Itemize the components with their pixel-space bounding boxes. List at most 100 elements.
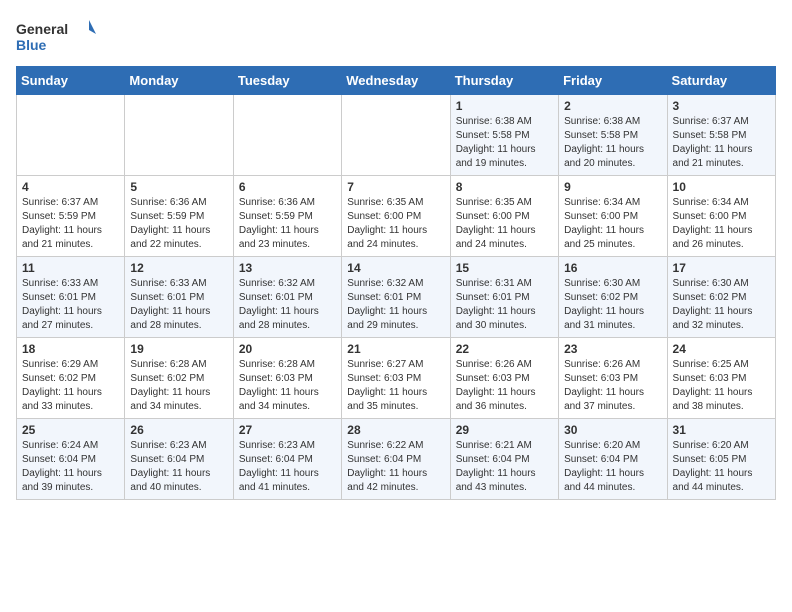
svg-text:Blue: Blue bbox=[16, 37, 47, 53]
day-number: 19 bbox=[130, 342, 227, 356]
cell-info: Sunrise: 6:23 AM Sunset: 6:04 PM Dayligh… bbox=[130, 439, 227, 495]
calendar-cell: 23Sunrise: 6:26 AM Sunset: 6:03 PM Dayli… bbox=[559, 338, 667, 419]
calendar-cell: 12Sunrise: 6:33 AM Sunset: 6:01 PM Dayli… bbox=[125, 257, 233, 338]
header-cell-wednesday: Wednesday bbox=[342, 67, 450, 95]
calendar-cell: 25 Sunrise: 6:24 AM Sunset: 6:04 PM Dayli… bbox=[17, 419, 125, 500]
day-number: 30 bbox=[564, 423, 661, 437]
cell-info: Sunrise: 6:32 AM Sunset: 6:01 PM Dayligh… bbox=[347, 277, 444, 333]
calendar-cell: 21Sunrise: 6:27 AM Sunset: 6:03 PM Dayli… bbox=[342, 338, 450, 419]
calendar-cell: 11 Sunrise: 6:33 AM Sunset: 6:01 PM Dayli… bbox=[17, 257, 125, 338]
calendar-cell: 14 Sunrise: 6:32 AM Sunset: 6:01 PM Dayli… bbox=[342, 257, 450, 338]
calendar-cell bbox=[125, 95, 233, 176]
calendar-cell: 22Sunrise: 6:26 AM Sunset: 6:03 PM Dayli… bbox=[450, 338, 558, 419]
logo: General Blue bbox=[16, 16, 96, 58]
week-row-1: 4 Sunrise: 6:37 AM Sunset: 5:59 PM Daylig… bbox=[17, 176, 776, 257]
cell-info: Sunrise: 6:29 AM Sunset: 6:02 PM Dayligh… bbox=[22, 358, 119, 414]
calendar-cell: 4 Sunrise: 6:37 AM Sunset: 5:59 PM Daylig… bbox=[17, 176, 125, 257]
calendar-cell: 2 Sunrise: 6:38 AM Sunset: 5:58 PM Daylig… bbox=[559, 95, 667, 176]
logo-svg: General Blue bbox=[16, 16, 96, 58]
calendar-cell: 30 Sunrise: 6:20 AM Sunset: 6:04 PM Dayli… bbox=[559, 419, 667, 500]
header-cell-monday: Monday bbox=[125, 67, 233, 95]
calendar-cell: 28Sunrise: 6:22 AM Sunset: 6:04 PM Dayli… bbox=[342, 419, 450, 500]
day-number: 11 bbox=[22, 261, 119, 275]
cell-info: Sunrise: 6:35 AM Sunset: 6:00 PM Dayligh… bbox=[456, 196, 553, 252]
calendar-cell: 27Sunrise: 6:23 AM Sunset: 6:04 PM Dayli… bbox=[233, 419, 341, 500]
calendar-cell: 5 Sunrise: 6:36 AM Sunset: 5:59 PM Daylig… bbox=[125, 176, 233, 257]
day-number: 25 bbox=[22, 423, 119, 437]
day-number: 23 bbox=[564, 342, 661, 356]
svg-text:General: General bbox=[16, 21, 68, 37]
day-number: 20 bbox=[239, 342, 336, 356]
day-number: 14 bbox=[347, 261, 444, 275]
week-row-2: 11 Sunrise: 6:33 AM Sunset: 6:01 PM Dayli… bbox=[17, 257, 776, 338]
calendar-cell: 1 Sunrise: 6:38 AM Sunset: 5:58 PM Daylig… bbox=[450, 95, 558, 176]
cell-info: Sunrise: 6:38 AM Sunset: 5:58 PM Dayligh… bbox=[564, 115, 661, 171]
day-number: 17 bbox=[673, 261, 770, 275]
cell-info: Sunrise: 6:20 AM Sunset: 6:04 PM Dayligh… bbox=[564, 439, 661, 495]
calendar-table: SundayMondayTuesdayWednesdayThursdayFrid… bbox=[16, 66, 776, 500]
header-cell-friday: Friday bbox=[559, 67, 667, 95]
cell-info: Sunrise: 6:28 AM Sunset: 6:02 PM Dayligh… bbox=[130, 358, 227, 414]
cell-info: Sunrise: 6:21 AM Sunset: 6:04 PM Dayligh… bbox=[456, 439, 553, 495]
calendar-cell: 20 Sunrise: 6:28 AM Sunset: 6:03 PM Dayli… bbox=[233, 338, 341, 419]
day-number: 27 bbox=[239, 423, 336, 437]
calendar-cell: 26 Sunrise: 6:23 AM Sunset: 6:04 PM Dayli… bbox=[125, 419, 233, 500]
calendar-cell: 13 Sunrise: 6:32 AM Sunset: 6:01 PM Dayli… bbox=[233, 257, 341, 338]
week-row-0: 1 Sunrise: 6:38 AM Sunset: 5:58 PM Daylig… bbox=[17, 95, 776, 176]
day-number: 5 bbox=[130, 180, 227, 194]
header-row: SundayMondayTuesdayWednesdayThursdayFrid… bbox=[17, 67, 776, 95]
day-number: 9 bbox=[564, 180, 661, 194]
calendar-cell bbox=[233, 95, 341, 176]
day-number: 4 bbox=[22, 180, 119, 194]
day-number: 16 bbox=[564, 261, 661, 275]
day-number: 26 bbox=[130, 423, 227, 437]
header-cell-tuesday: Tuesday bbox=[233, 67, 341, 95]
calendar-cell: 17 Sunrise: 6:30 AM Sunset: 6:02 PM Dayli… bbox=[667, 257, 775, 338]
day-number: 7 bbox=[347, 180, 444, 194]
calendar-cell: 16Sunrise: 6:30 AM Sunset: 6:02 PM Dayli… bbox=[559, 257, 667, 338]
day-number: 22 bbox=[456, 342, 553, 356]
day-number: 18 bbox=[22, 342, 119, 356]
cell-info: Sunrise: 6:33 AM Sunset: 6:01 PM Dayligh… bbox=[22, 277, 119, 333]
day-number: 24 bbox=[673, 342, 770, 356]
calendar-cell bbox=[342, 95, 450, 176]
cell-info: Sunrise: 6:36 AM Sunset: 5:59 PM Dayligh… bbox=[239, 196, 336, 252]
calendar-cell: 15 Sunrise: 6:31 AM Sunset: 6:01 PM Dayli… bbox=[450, 257, 558, 338]
calendar-cell bbox=[17, 95, 125, 176]
day-number: 10 bbox=[673, 180, 770, 194]
header-cell-sunday: Sunday bbox=[17, 67, 125, 95]
day-number: 12 bbox=[130, 261, 227, 275]
cell-info: Sunrise: 6:20 AM Sunset: 6:05 PM Dayligh… bbox=[673, 439, 770, 495]
cell-info: Sunrise: 6:37 AM Sunset: 5:58 PM Dayligh… bbox=[673, 115, 770, 171]
day-number: 15 bbox=[456, 261, 553, 275]
calendar-cell: 9 Sunrise: 6:34 AM Sunset: 6:00 PM Daylig… bbox=[559, 176, 667, 257]
day-number: 31 bbox=[673, 423, 770, 437]
day-number: 1 bbox=[456, 99, 553, 113]
cell-info: Sunrise: 6:34 AM Sunset: 6:00 PM Dayligh… bbox=[564, 196, 661, 252]
cell-info: Sunrise: 6:28 AM Sunset: 6:03 PM Dayligh… bbox=[239, 358, 336, 414]
cell-info: Sunrise: 6:32 AM Sunset: 6:01 PM Dayligh… bbox=[239, 277, 336, 333]
cell-info: Sunrise: 6:27 AM Sunset: 6:03 PM Dayligh… bbox=[347, 358, 444, 414]
cell-info: Sunrise: 6:38 AM Sunset: 5:58 PM Dayligh… bbox=[456, 115, 553, 171]
cell-info: Sunrise: 6:34 AM Sunset: 6:00 PM Dayligh… bbox=[673, 196, 770, 252]
cell-info: Sunrise: 6:24 AM Sunset: 6:04 PM Dayligh… bbox=[22, 439, 119, 495]
cell-info: Sunrise: 6:35 AM Sunset: 6:00 PM Dayligh… bbox=[347, 196, 444, 252]
calendar-cell: 10 Sunrise: 6:34 AM Sunset: 6:00 PM Dayli… bbox=[667, 176, 775, 257]
day-number: 13 bbox=[239, 261, 336, 275]
calendar-cell: 31 Sunrise: 6:20 AM Sunset: 6:05 PM Dayli… bbox=[667, 419, 775, 500]
cell-info: Sunrise: 6:30 AM Sunset: 6:02 PM Dayligh… bbox=[673, 277, 770, 333]
calendar-cell: 3 Sunrise: 6:37 AM Sunset: 5:58 PM Daylig… bbox=[667, 95, 775, 176]
calendar-cell: 6Sunrise: 6:36 AM Sunset: 5:59 PM Daylig… bbox=[233, 176, 341, 257]
cell-info: Sunrise: 6:37 AM Sunset: 5:59 PM Dayligh… bbox=[22, 196, 119, 252]
day-number: 3 bbox=[673, 99, 770, 113]
header-cell-saturday: Saturday bbox=[667, 67, 775, 95]
calendar-cell: 7 Sunrise: 6:35 AM Sunset: 6:00 PM Daylig… bbox=[342, 176, 450, 257]
header-cell-thursday: Thursday bbox=[450, 67, 558, 95]
day-number: 29 bbox=[456, 423, 553, 437]
cell-info: Sunrise: 6:36 AM Sunset: 5:59 PM Dayligh… bbox=[130, 196, 227, 252]
day-number: 2 bbox=[564, 99, 661, 113]
calendar-cell: 8Sunrise: 6:35 AM Sunset: 6:00 PM Daylig… bbox=[450, 176, 558, 257]
calendar-cell: 18 Sunrise: 6:29 AM Sunset: 6:02 PM Dayli… bbox=[17, 338, 125, 419]
cell-info: Sunrise: 6:25 AM Sunset: 6:03 PM Dayligh… bbox=[673, 358, 770, 414]
cell-info: Sunrise: 6:31 AM Sunset: 6:01 PM Dayligh… bbox=[456, 277, 553, 333]
